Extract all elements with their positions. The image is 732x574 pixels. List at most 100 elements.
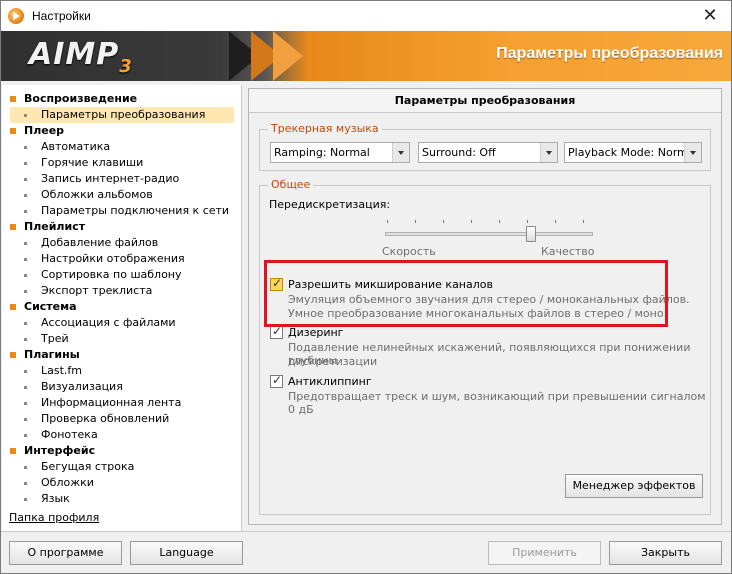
tree-category[interactable]: Интерфейс [10, 443, 234, 459]
playback-mode-select[interactable]: Playback Mode: Normal [564, 142, 702, 163]
tree-item-label: Информационная лента [41, 396, 182, 409]
slider-tick [443, 220, 444, 223]
tree-item[interactable]: Визуализация [10, 379, 234, 395]
tree-item[interactable]: Трей [10, 331, 234, 347]
tree-item[interactable]: Last.fm [10, 363, 234, 379]
aimp-logo: AIMP3 [29, 37, 133, 77]
tree-item-label: Обложки альбомов [41, 188, 153, 201]
apply-button[interactable]: Применить [488, 541, 601, 565]
tree-dot-icon [24, 417, 27, 421]
about-button[interactable]: О программе [9, 541, 122, 565]
tree-category[interactable]: Плагины [10, 347, 234, 363]
tree-item[interactable]: Бегущая строка [10, 459, 234, 475]
tree-item[interactable]: Параметры преобразования [10, 107, 234, 123]
tree-category-label: Интерфейс [24, 444, 96, 457]
tree-item-label: Горячие клавиши [41, 156, 144, 169]
tree-item-label: Обложки [41, 476, 94, 489]
tree-item[interactable]: Обложки альбомов [10, 187, 234, 203]
tree-item-label: Экспорт треклиста [41, 284, 153, 297]
slider-max-label: Качество [541, 245, 595, 258]
chevron-down-icon [540, 143, 557, 162]
tree-dot-icon [24, 481, 27, 485]
slider-min-label: Скорость [382, 245, 436, 258]
tree-dot-icon [24, 401, 27, 405]
panel-header: Параметры преобразования [249, 89, 721, 113]
tree-dot-icon [24, 433, 27, 437]
tree-item[interactable]: Сортировка по шаблону [10, 267, 234, 283]
close-button[interactable]: Закрыть [609, 541, 722, 565]
tree-dot-icon [24, 465, 27, 469]
category-bullet-icon [10, 224, 16, 230]
tree-item-label: Язык [41, 492, 70, 505]
tree-item[interactable]: Проверка обновлений [10, 411, 234, 427]
tree-category-label: Плагины [24, 348, 80, 361]
tree-item[interactable]: Экспорт треклиста [10, 283, 234, 299]
effects-manager-button[interactable]: Менеджер эффектов [565, 474, 703, 498]
ramping-select[interactable]: Ramping: Normal [270, 142, 410, 163]
tree-item[interactable]: Горячие клавиши [10, 155, 234, 171]
tree-item[interactable]: Запись интернет-радио [10, 171, 234, 187]
slider-tick [583, 220, 584, 223]
dithering-checkbox[interactable] [270, 324, 283, 339]
category-bullet-icon [10, 352, 16, 358]
anticlipping-label[interactable]: Антиклиппинг [288, 375, 372, 388]
banner-chevron-decor [273, 31, 303, 81]
tree-dot-icon [24, 161, 27, 165]
tree-item-label: Параметры подключения к сети [41, 204, 230, 217]
profile-folder-link[interactable]: Папка профиля [9, 511, 99, 524]
tree-dot-icon [24, 289, 27, 293]
tree-item[interactable]: Язык [10, 491, 234, 507]
oversampling-slider-thumb[interactable] [525, 226, 536, 242]
tree-item-label: Бегущая строка [41, 460, 135, 473]
tree-dot-icon [24, 369, 27, 373]
tree-item[interactable]: Информационная лента [10, 395, 234, 411]
tree-item-label: Автоматика [41, 140, 111, 153]
banner-title: Параметры преобразования [496, 45, 723, 62]
tree-category[interactable]: Воспроизведение [10, 91, 234, 107]
slider-tick [499, 220, 500, 223]
tree-item-label: Проверка обновлений [41, 412, 170, 425]
chevron-down-icon [684, 143, 701, 162]
tree-category[interactable]: Система [10, 299, 234, 315]
tree-dot-icon [24, 385, 27, 389]
tree-item-label: Last.fm [41, 364, 82, 377]
tree-item[interactable]: Параметры подключения к сети [10, 203, 234, 219]
dialog-footer: О программе Language Применить Закрыть [1, 531, 731, 573]
oversampling-slider-track[interactable] [385, 232, 593, 236]
oversampling-label: Передискретизация: [269, 198, 391, 211]
tree-item[interactable]: Автоматика [10, 139, 234, 155]
general-title: Общее [268, 178, 314, 191]
settings-window: Настройки ✕ AIMP3 Параметры преобразован… [0, 0, 732, 574]
tree-item[interactable]: Ассоциация с файлами [10, 315, 234, 331]
tree-item[interactable]: Настройки отображения [10, 251, 234, 267]
aimp-app-icon [8, 8, 24, 24]
anticlipping-checkbox[interactable] [270, 373, 283, 388]
language-button[interactable]: Language [130, 541, 243, 565]
tree-category[interactable]: Плеер [10, 123, 234, 139]
tree-dot-icon [24, 209, 27, 213]
tree-dot-icon [24, 177, 27, 181]
category-bullet-icon [10, 448, 16, 454]
dithering-label[interactable]: Дизеринг [288, 326, 343, 339]
tree-item-label: Визуализация [41, 380, 123, 393]
settings-sidebar: Воспроизведение Параметры преобразования П… [2, 85, 242, 531]
close-icon[interactable]: ✕ [699, 5, 721, 27]
tree-item-label: Сортировка по шаблону [41, 268, 182, 281]
tree-dot-icon [24, 273, 27, 277]
tree-category[interactable]: Плейлист [10, 219, 234, 235]
dithering-desc: дискретизации [288, 355, 378, 368]
tree-dot-icon [24, 497, 27, 501]
anticlipping-desc: Предотвращает треск и шум, возникающий п… [288, 390, 706, 416]
tree-category-label: Система [24, 300, 77, 313]
tree-item-label: Параметры преобразования [41, 108, 206, 121]
highlight-annotation-box [264, 260, 668, 327]
tree-item-label: Ассоциация с файлами [41, 316, 176, 329]
tree-item[interactable]: Добавление файлов [10, 235, 234, 251]
chevron-down-icon [392, 143, 409, 162]
category-bullet-icon [10, 304, 16, 310]
tree-item[interactable]: Фонотека [10, 427, 234, 443]
tree-item[interactable]: Обложки [10, 475, 234, 491]
slider-tick [387, 220, 388, 223]
surround-select[interactable]: Surround: Off [418, 142, 558, 163]
window-title: Настройки [32, 9, 91, 23]
